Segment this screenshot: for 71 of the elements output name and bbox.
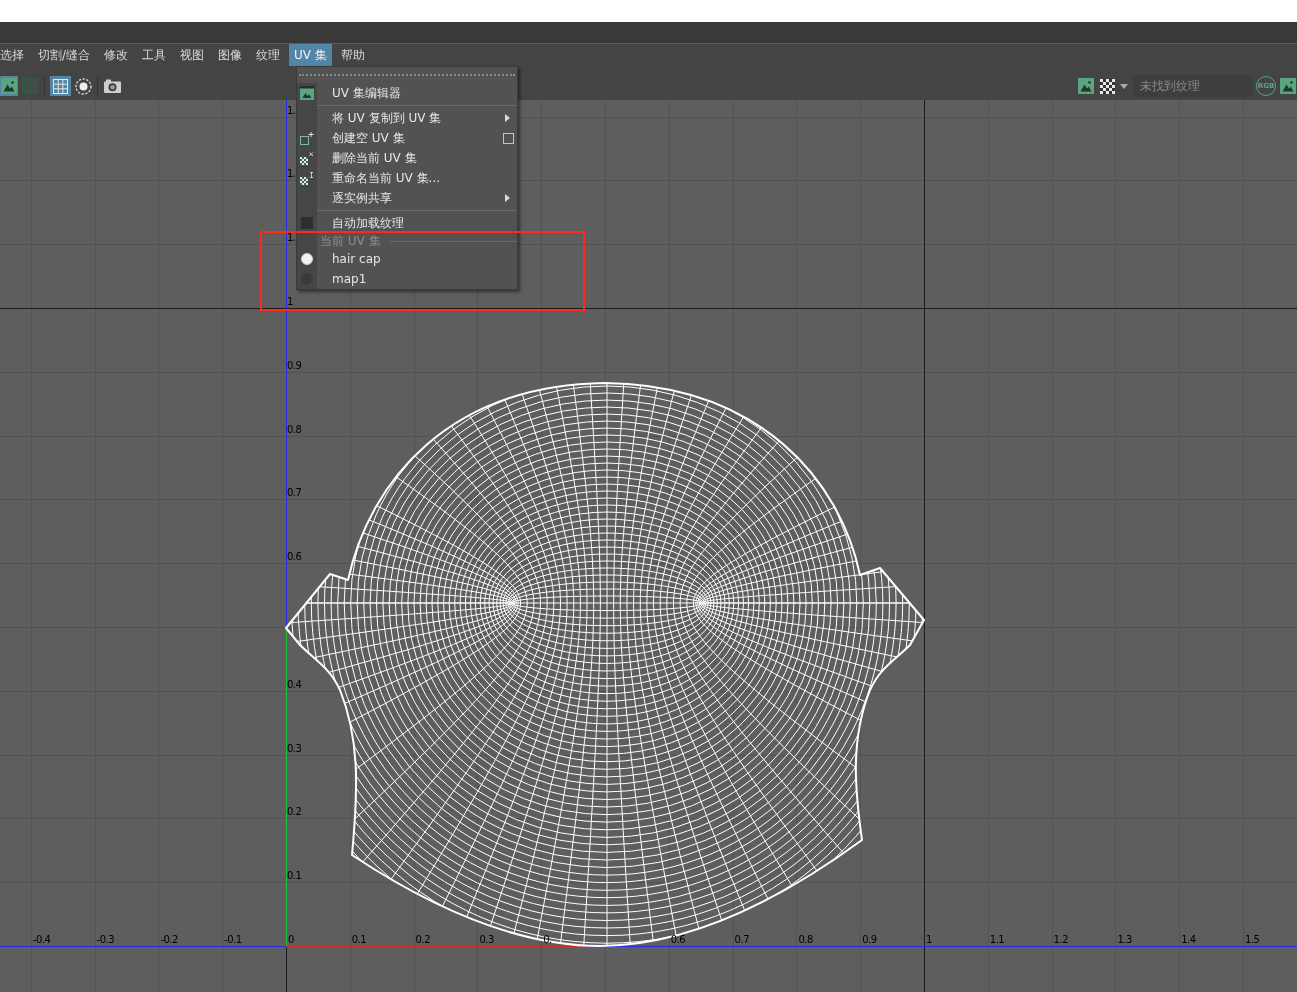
menu-item[interactable]: 重命名当前 UV 集... — [297, 168, 517, 188]
axis-label: 0.3 — [287, 742, 302, 755]
menu-bar-item[interactable]: 图像 — [213, 44, 248, 66]
axis-label: 1. — [287, 104, 296, 117]
menu-item[interactable]: 逐实例共享 — [297, 188, 517, 208]
axis-label: -0.2 — [160, 934, 178, 946]
menu-bar-item[interactable]: 视图 — [175, 44, 210, 66]
axis-label: 0.1 — [351, 934, 367, 946]
menu-bar-item[interactable]: 纹理 — [251, 44, 286, 66]
option-box[interactable] — [502, 132, 514, 144]
menu-bar-item[interactable]: UV 集 — [289, 44, 332, 66]
axis-label: 1.4 — [1181, 934, 1196, 946]
checker-icon — [1099, 78, 1115, 94]
axis-label: 1.1 — [989, 934, 1005, 946]
menu-item[interactable]: map1 — [297, 269, 517, 289]
axis-label: 0 — [288, 934, 294, 946]
menu-bar-item[interactable]: 切割/缝合 — [33, 44, 96, 66]
axis-label: 0.6 — [287, 551, 302, 564]
toolbar-button[interactable] — [1077, 76, 1095, 96]
menu-bar-item[interactable]: 修改 — [99, 44, 134, 66]
axis-label: 0.2 — [415, 934, 430, 946]
axis-label: -0.4 — [32, 934, 51, 946]
toolbar-button[interactable] — [1098, 76, 1116, 96]
menu-item[interactable]: hair cap — [297, 249, 517, 269]
menu-item[interactable]: UV 集编辑器 — [297, 83, 517, 103]
axis-label: -0.1 — [224, 934, 242, 946]
picture-window-icon — [300, 86, 314, 100]
axis-label: 1 — [287, 296, 293, 308]
dotted-ring-icon — [74, 77, 92, 95]
axis-label: 1.3 — [1117, 934, 1132, 946]
checker-text-cursor-icon — [300, 171, 314, 185]
caret-icon — [1120, 83, 1128, 89]
toolbar-button[interactable] — [74, 76, 92, 96]
grid-icon — [53, 78, 68, 94]
picture-icon — [1, 78, 17, 94]
toolbar-button[interactable] — [1279, 76, 1297, 96]
picture-icon — [1078, 78, 1094, 94]
axis-label: 0.8 — [798, 934, 813, 946]
menu-bar-item[interactable]: 工具 — [137, 44, 172, 66]
framed-grid-icon — [22, 78, 38, 94]
axis-label: 0.6 — [670, 934, 686, 946]
axis-label: 0.4 — [287, 678, 302, 691]
axis-label: 0.7 — [287, 487, 302, 500]
axis-label: 0.3 — [479, 934, 494, 946]
menu-bar-item[interactable]: 帮助 — [335, 44, 370, 66]
menu-item[interactable]: 删除当前 UV 集 — [297, 148, 517, 168]
axis-label: 0.8 — [287, 423, 302, 436]
axis-label: 0.7 — [734, 934, 749, 946]
camera-icon — [103, 79, 121, 93]
axis-label: 0.1 — [287, 870, 302, 883]
submenu-arrow-icon — [504, 194, 510, 202]
menu-bar-item[interactable]: 选择 — [0, 44, 29, 66]
axis-label: 0.2 — [287, 806, 302, 819]
axis-label: 0.9 — [862, 934, 877, 946]
axis-label: 1.5 — [1245, 934, 1260, 946]
checker-cross-icon — [300, 151, 314, 165]
axis-label: 1 — [926, 934, 932, 946]
submenu-arrow-icon — [504, 114, 510, 122]
axis-label: 0. — [543, 934, 552, 946]
menu-item[interactable]: 自动加载纹理 — [297, 213, 517, 233]
axis-label: 1.2 — [1053, 934, 1068, 946]
picture-icon — [1280, 78, 1296, 94]
toolbar-button[interactable] — [0, 76, 18, 96]
axis-label: 1. — [287, 232, 296, 245]
axis-label: -0.3 — [96, 934, 115, 946]
axis-label: 0.9 — [287, 359, 302, 372]
menu-item[interactable]: 将 UV 复制到 UV 集 — [297, 108, 517, 128]
menu-item[interactable]: 创建空 UV 集 — [297, 128, 517, 148]
axis-label: 1. — [287, 168, 296, 181]
tear-off-handle[interactable] — [297, 67, 517, 83]
square-plus-icon — [300, 131, 314, 145]
